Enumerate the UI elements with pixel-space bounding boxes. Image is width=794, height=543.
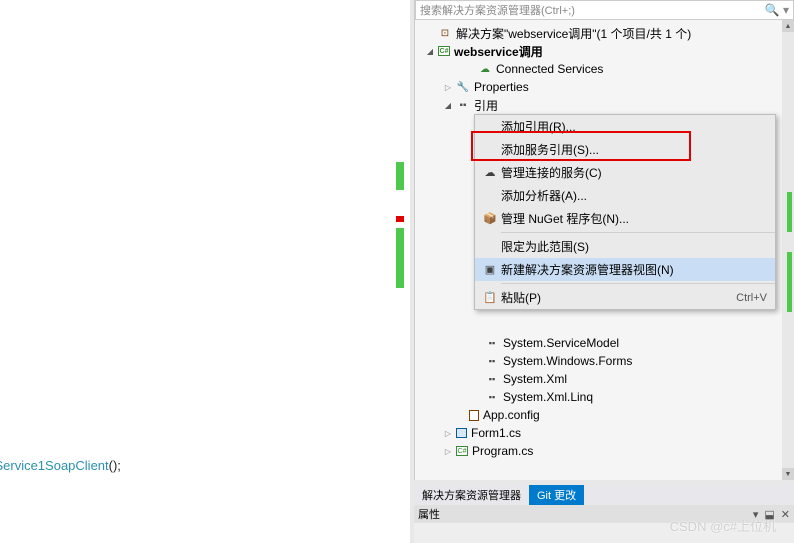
properties-node[interactable]: 🔧 Properties xyxy=(415,78,794,96)
references-node[interactable]: ▪▪ 引用 xyxy=(415,96,794,114)
code-line: ebService1SoapClient(); xyxy=(0,458,121,474)
nuget-icon: 📦 xyxy=(479,212,501,225)
overview-marker xyxy=(787,252,792,312)
overview-marker xyxy=(787,192,792,232)
expander-icon[interactable] xyxy=(425,46,435,56)
properties-title: 属性 xyxy=(418,506,440,522)
menu-separator xyxy=(501,283,775,284)
scrollbar-up-icon[interactable]: ▲ xyxy=(782,20,794,32)
scrollbar-down-icon[interactable]: ▼ xyxy=(782,468,794,480)
tab-git-changes[interactable]: Git 更改 xyxy=(529,485,584,505)
expander-icon[interactable] xyxy=(443,428,453,438)
menu-add-reference[interactable]: 添加引用(R)... xyxy=(475,115,775,138)
program-label: Program.cs xyxy=(472,444,533,458)
csfile-icon: C# xyxy=(456,446,468,456)
menu-manage-connected[interactable]: ☁ 管理连接的服务(C) xyxy=(475,161,775,184)
wrench-icon: 🔧 xyxy=(456,80,470,94)
ref-label: System.Xml xyxy=(503,372,567,386)
ref-label: System.Xml.Linq xyxy=(503,390,593,404)
change-marker xyxy=(396,228,404,288)
references-icon: ▪▪ xyxy=(456,98,470,112)
dll-icon: ▪▪ xyxy=(485,354,499,368)
reference-item[interactable]: ▪▪ System.Windows.Forms xyxy=(415,352,794,370)
appconfig-node[interactable]: App.config xyxy=(415,406,794,424)
solution-tree[interactable]: ⊡ 解决方案"webservice调用"(1 个项目/共 1 个) C# web… xyxy=(415,20,794,114)
reference-item[interactable]: ▪▪ System.Xml.Linq xyxy=(415,388,794,406)
scrollbar-vertical[interactable]: ▲ ▼ xyxy=(782,20,794,480)
solution-label: 解决方案"webservice调用"(1 个项目/共 1 个) xyxy=(456,25,691,42)
solution-node[interactable]: ⊡ 解决方案"webservice调用"(1 个项目/共 1 个) xyxy=(415,24,794,42)
dll-icon: ▪▪ xyxy=(485,390,499,404)
ref-label: System.ServiceModel xyxy=(503,336,619,350)
project-name: webservice调用 xyxy=(454,43,543,60)
window-icon: ▣ xyxy=(479,263,501,276)
expander-icon[interactable] xyxy=(443,446,453,456)
form1-node[interactable]: Form1.cs xyxy=(415,424,794,442)
menu-paste[interactable]: 📋 粘贴(P) Ctrl+V xyxy=(475,286,775,309)
connected-services-node[interactable]: ☁ Connected Services xyxy=(415,60,794,78)
expander-icon[interactable] xyxy=(443,100,453,110)
error-marker xyxy=(396,216,404,222)
connected-services-label: Connected Services xyxy=(496,62,603,76)
project-node[interactable]: C# webservice调用 xyxy=(415,42,794,60)
appconfig-label: App.config xyxy=(483,408,540,422)
reference-item[interactable]: ▪▪ System.ServiceModel xyxy=(415,334,794,352)
properties-label: Properties xyxy=(474,80,529,94)
paste-icon: 📋 xyxy=(479,291,501,304)
shortcut-label: Ctrl+V xyxy=(736,292,767,304)
change-marker xyxy=(396,162,404,190)
reference-item[interactable]: ▪▪ System.Xml xyxy=(415,370,794,388)
menu-manage-nuget[interactable]: 📦 管理 NuGet 程序包(N)... xyxy=(475,207,775,230)
references-label: 引用 xyxy=(474,97,498,114)
search-icon[interactable]: 🔍 ▾ xyxy=(765,3,789,17)
form1-label: Form1.cs xyxy=(471,426,521,440)
search-placeholder-text: 搜索解决方案资源管理器(Ctrl+;) xyxy=(420,2,575,18)
menu-new-view[interactable]: ▣ 新建解决方案资源管理器视图(N) xyxy=(475,258,775,281)
csproj-icon: C# xyxy=(438,46,450,56)
code-editor[interactable]: ebService1SoapClient(); xyxy=(0,0,410,543)
panel-tabs: 解决方案资源管理器 Git 更改 xyxy=(414,485,794,505)
ref-label: System.Windows.Forms xyxy=(503,354,632,368)
form-icon xyxy=(456,428,467,438)
menu-separator xyxy=(501,232,775,233)
references-subtree[interactable]: ▪▪ System.ServiceModel ▪▪ System.Windows… xyxy=(415,330,794,460)
watermark: CSDN @c#上位机 xyxy=(670,516,776,535)
menu-add-analyzer[interactable]: 添加分析器(A)... xyxy=(475,184,775,207)
config-icon xyxy=(469,410,479,421)
menu-scope[interactable]: 限定为此范围(S) xyxy=(475,235,775,258)
tab-solution-explorer[interactable]: 解决方案资源管理器 xyxy=(414,485,529,505)
close-icon[interactable]: ✕ xyxy=(781,508,790,521)
context-menu: 添加引用(R)... 添加服务引用(S)... ☁ 管理连接的服务(C) 添加分… xyxy=(474,114,776,310)
class-name: ebService1SoapClient xyxy=(0,458,109,473)
cloud-icon: ☁ xyxy=(478,62,492,76)
cloud-icon: ☁ xyxy=(479,166,501,179)
solution-icon: ⊡ xyxy=(438,26,452,40)
expander-icon[interactable] xyxy=(443,82,453,92)
search-input[interactable]: 搜索解决方案资源管理器(Ctrl+;) 🔍 ▾ xyxy=(415,0,794,20)
dll-icon: ▪▪ xyxy=(485,372,499,386)
program-node[interactable]: C# Program.cs xyxy=(415,442,794,460)
menu-add-service-reference[interactable]: 添加服务引用(S)... xyxy=(475,138,775,161)
dll-icon: ▪▪ xyxy=(485,336,499,350)
